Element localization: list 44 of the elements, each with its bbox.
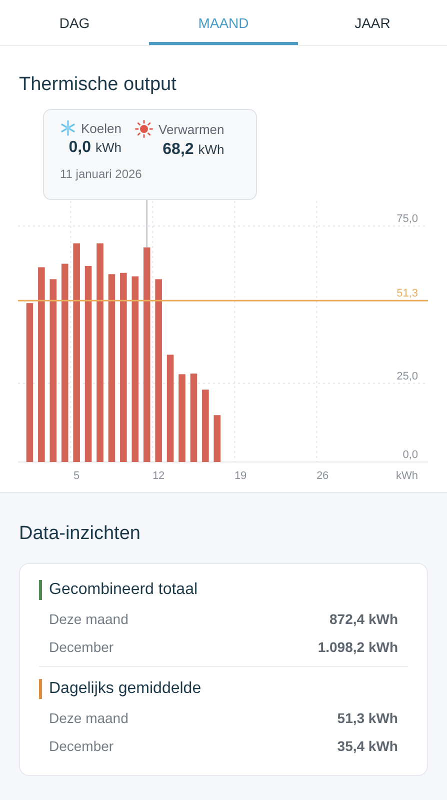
x-axis-label: 12 (152, 470, 165, 482)
x-axis-label: 19 (234, 470, 247, 482)
x-axis-label: 26 (316, 470, 329, 482)
selection-line (146, 200, 148, 248)
bar[interactable] (50, 279, 57, 462)
bar[interactable] (108, 274, 116, 462)
tooltip-label: Verwarmen (158, 122, 224, 136)
bar[interactable] (143, 247, 150, 462)
y-axis-label: 0,0 (402, 449, 418, 461)
tooltip-label: Koelen (81, 120, 122, 136)
bar[interactable] (120, 272, 127, 462)
y-axis-label: 25,0 (396, 370, 418, 382)
tooltip-date: 11 januari 2026 (60, 167, 143, 181)
bar[interactable] (132, 276, 139, 462)
bar[interactable] (73, 243, 80, 462)
row-value: 51,3 kWh (337, 709, 398, 727)
bar[interactable] (38, 267, 45, 462)
bar[interactable] (84, 266, 92, 462)
bar[interactable] (26, 303, 34, 462)
y-axis-label: 75,0 (396, 213, 418, 225)
sun-icon (135, 120, 154, 138)
row-label: Deze maand (49, 610, 128, 628)
bar[interactable] (190, 374, 198, 462)
row-value: 872,4 kWh (330, 610, 398, 628)
bar[interactable] (202, 390, 209, 462)
group-title: Gecombineerd totaal (39, 580, 408, 600)
section-title: Thermische output (18, 74, 178, 96)
unit-label: kWh (396, 470, 418, 482)
group-title: Dagelijks gemiddelde (39, 679, 408, 699)
row-value: 35,4 kWh (337, 737, 398, 755)
average-label: 51,3 (396, 288, 418, 300)
tooltip-value: 68,2 kWh (162, 141, 224, 159)
x-axis-label: 5 (74, 470, 80, 482)
bar[interactable] (61, 264, 68, 462)
section-title: Data-inzichten (19, 523, 142, 545)
snowflake-icon (60, 120, 76, 136)
bar[interactable] (155, 279, 162, 462)
row-label: Deze maand (49, 709, 128, 727)
row-value: 1.098,2 kWh (318, 638, 398, 656)
tooltip-value: 0,0 kWh (68, 139, 122, 157)
row-label: December (49, 638, 114, 656)
bar[interactable] (166, 354, 174, 462)
row-label: December (49, 737, 114, 755)
bar[interactable] (214, 415, 221, 462)
